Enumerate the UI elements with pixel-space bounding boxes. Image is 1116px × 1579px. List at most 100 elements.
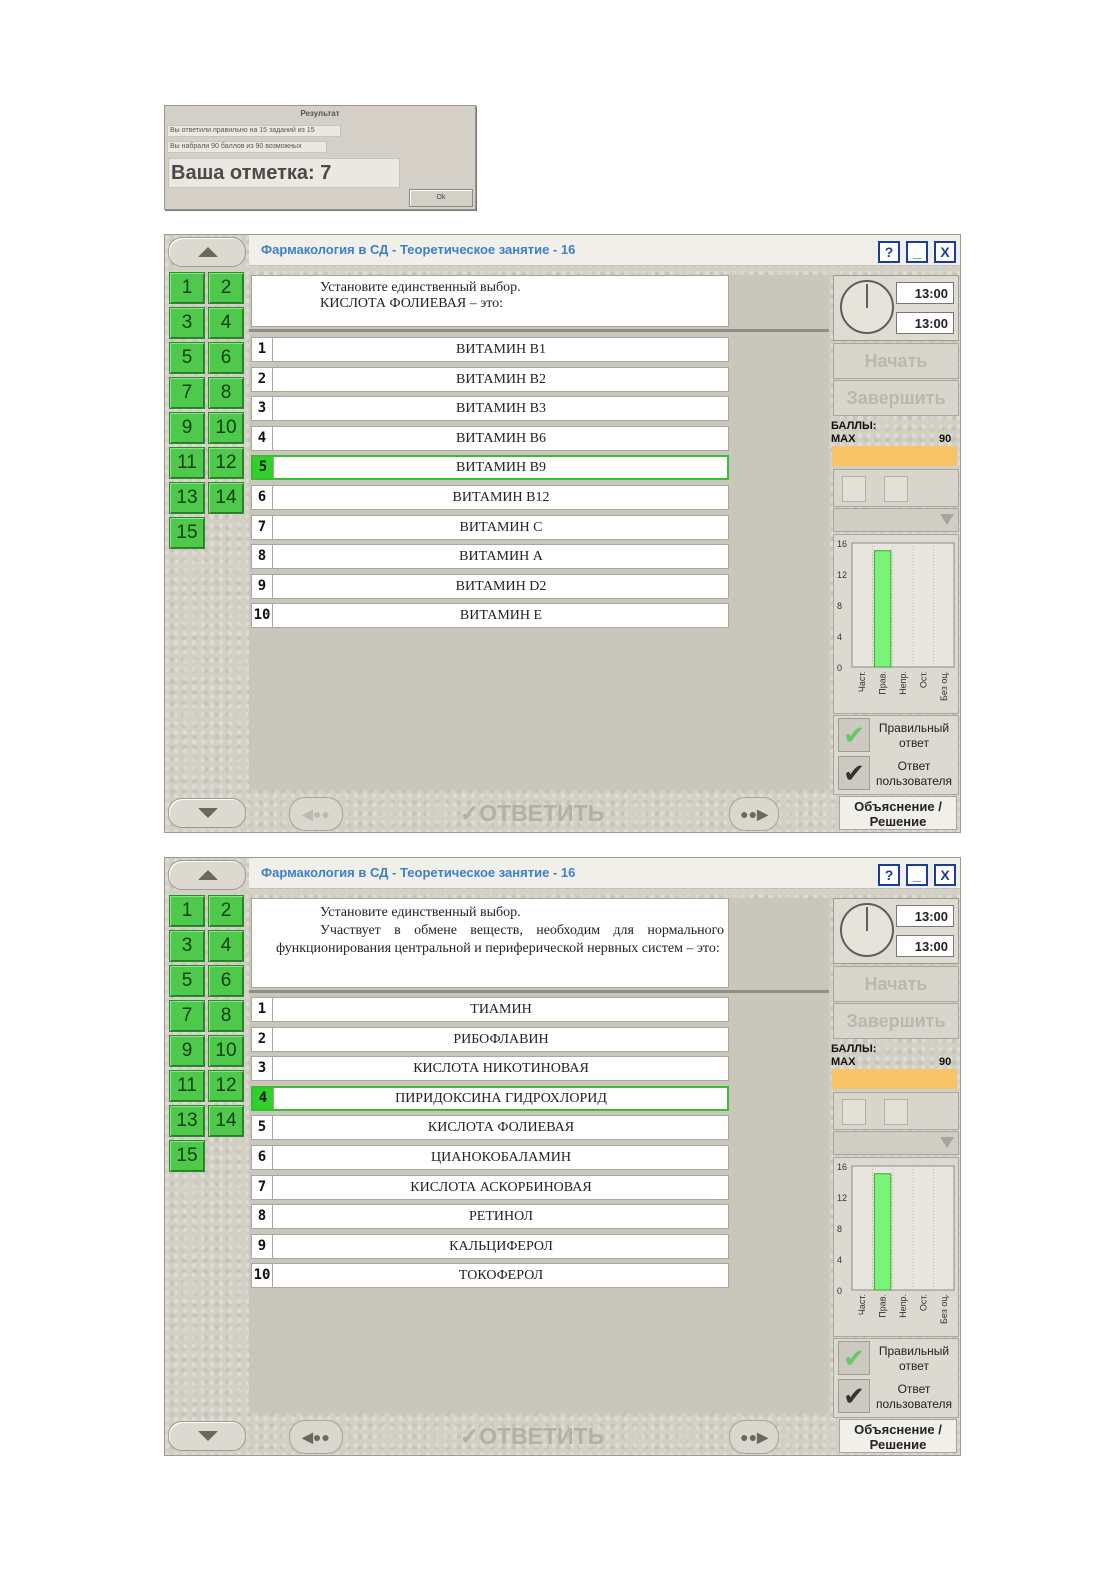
- correct-answer-check-icon[interactable]: ✔: [838, 1341, 870, 1375]
- question-nav-4[interactable]: 4: [208, 930, 244, 962]
- question-nav-1[interactable]: 1: [169, 272, 205, 304]
- answer-option[interactable]: 9 ВИТАМИН D2: [251, 573, 729, 599]
- answer-option[interactable]: 1 ВИТАМИН В1: [251, 337, 729, 362]
- answer-option[interactable]: 5 ВИТАМИН В9: [251, 455, 729, 481]
- question-nav-5[interactable]: 5: [169, 965, 205, 997]
- question-nav-4[interactable]: 4: [208, 307, 244, 339]
- user-answer-check-icon[interactable]: ✔: [838, 1379, 870, 1413]
- question-nav-2[interactable]: 2: [208, 272, 244, 304]
- question-nav-7[interactable]: 7: [169, 377, 205, 409]
- question-nav-8[interactable]: 8: [208, 377, 244, 409]
- answer-option[interactable]: 9 КАЛЬЦИФЕРОЛ: [251, 1233, 729, 1259]
- close-button[interactable]: X: [934, 864, 956, 886]
- answer-button[interactable]: ✓ОТВЕТИТЬ: [457, 1420, 607, 1452]
- user-answer-check-icon[interactable]: ✔: [838, 756, 870, 790]
- answer-option[interactable]: 3 КИСЛОТА НИКОТИНОВАЯ: [251, 1056, 729, 1082]
- question-nav-13[interactable]: 13: [169, 1105, 205, 1137]
- explanation-button[interactable]: Объяснение / Решение: [839, 796, 957, 830]
- question-nav-15[interactable]: 15: [169, 517, 205, 549]
- question-nav-13[interactable]: 13: [169, 482, 205, 514]
- answer-option[interactable]: 7 КИСЛОТА АСКОРБИНОВАЯ: [251, 1174, 729, 1200]
- question-nav-2[interactable]: 2: [208, 895, 244, 927]
- answer-option[interactable]: 5 КИСЛОТА ФОЛИЕВАЯ: [251, 1115, 729, 1141]
- finish-button[interactable]: Завершить: [833, 380, 959, 416]
- question-instruction: Установите единственный выбор.: [320, 280, 521, 295]
- question-nav-10[interactable]: 10: [208, 412, 244, 444]
- scroll-down-button[interactable]: [168, 1421, 246, 1451]
- question-nav-11[interactable]: 11: [169, 447, 205, 479]
- start-button[interactable]: Начать: [833, 343, 959, 379]
- minimize-button[interactable]: _: [906, 241, 928, 263]
- answer-option[interactable]: 2 РИБОФЛАВИН: [251, 1026, 729, 1052]
- minimize-button[interactable]: _: [906, 864, 928, 886]
- dropdown[interactable]: [833, 1131, 959, 1155]
- prev-button[interactable]: ◀●●: [289, 797, 343, 831]
- question-nav-15[interactable]: 15: [169, 1140, 205, 1172]
- explanation-button[interactable]: Объяснение / Решение: [839, 1419, 957, 1453]
- start-button[interactable]: Начать: [833, 966, 959, 1002]
- answer-option[interactable]: 4 ПИРИДОКСИНА ГИДРОХЛОРИД: [251, 1085, 729, 1111]
- question-nav-12[interactable]: 12: [208, 1070, 244, 1102]
- answer-number: 1: [252, 338, 273, 361]
- answer-number: 2: [252, 1027, 273, 1051]
- x-tick-label: Без оц.: [939, 1294, 949, 1324]
- prev-button[interactable]: ◀●●: [289, 1420, 343, 1454]
- user-answer-label: Ответ пользователя: [876, 759, 952, 788]
- stats-chart: 16 12 8 4 0 Част. Прав. Непр. Ост. Без оц.: [833, 1157, 959, 1337]
- answer-option[interactable]: 10 ВИТАМИН Е: [251, 603, 729, 629]
- scroll-up-button[interactable]: [168, 860, 246, 890]
- answer-option[interactable]: 8 РЕТИНОЛ: [251, 1204, 729, 1230]
- chart-bar: [873, 1173, 892, 1291]
- question-nav-9[interactable]: 9: [169, 1035, 205, 1067]
- answer-button[interactable]: ✓ОТВЕТИТЬ: [457, 797, 607, 829]
- answer-number: 7: [252, 1175, 273, 1199]
- next-button[interactable]: ●●▶: [729, 797, 779, 831]
- scroll-up-button[interactable]: [168, 237, 246, 267]
- x-tick-label: Ост.: [918, 671, 928, 688]
- question-nav-9[interactable]: 9: [169, 412, 205, 444]
- finish-button[interactable]: Завершить: [833, 1003, 959, 1039]
- x-tick-label: Част.: [857, 1294, 867, 1315]
- help-button[interactable]: ?: [878, 241, 900, 263]
- dropdown[interactable]: [833, 508, 959, 532]
- correct-answer-check-icon[interactable]: ✔: [838, 718, 870, 752]
- question-nav-6[interactable]: 6: [208, 342, 244, 374]
- answer-option[interactable]: 6 ЦИАНОКОБАЛАМИН: [251, 1145, 729, 1170]
- question-nav-5[interactable]: 5: [169, 342, 205, 374]
- answer-option[interactable]: 3 ВИТАМИН В3: [251, 396, 729, 422]
- close-button[interactable]: X: [934, 241, 956, 263]
- answer-option[interactable]: 6 ВИТАМИН В12: [251, 485, 729, 510]
- scroll-down-button[interactable]: [168, 798, 246, 828]
- question-nav-6[interactable]: 6: [208, 965, 244, 997]
- answer-option[interactable]: 10 ТОКОФЕРОЛ: [251, 1263, 729, 1289]
- question-nav-1[interactable]: 1: [169, 895, 205, 927]
- y-tick-label: 16: [837, 1162, 847, 1172]
- ok-button[interactable]: Ok: [409, 189, 473, 207]
- answer-option[interactable]: 1 ТИАМИН: [251, 997, 729, 1022]
- help-button[interactable]: ?: [878, 864, 900, 886]
- answer-option[interactable]: 2 ВИТАМИН В2: [251, 366, 729, 392]
- question-nav-3[interactable]: 3: [169, 930, 205, 962]
- question-text: КИСЛОТА ФОЛИЕВАЯ – это:: [320, 296, 504, 311]
- question-nav-11[interactable]: 11: [169, 1070, 205, 1102]
- question-nav-12[interactable]: 12: [208, 447, 244, 479]
- document-icon[interactable]: [842, 1099, 866, 1125]
- question-nav-7[interactable]: 7: [169, 1000, 205, 1032]
- answer-option[interactable]: 7 ВИТАМИН С: [251, 514, 729, 540]
- info-icon[interactable]: [884, 1099, 908, 1125]
- question-box: Установите единственный выбор. Участвует…: [251, 898, 729, 988]
- answer-option[interactable]: 4 ВИТАМИН В6: [251, 425, 729, 451]
- answer-text: КАЛЬЦИФЕРОЛ: [449, 1238, 553, 1254]
- answer-text: ЦИАНОКОБАЛАМИН: [431, 1150, 571, 1165]
- document-icon[interactable]: [842, 476, 866, 502]
- question-nav-3[interactable]: 3: [169, 307, 205, 339]
- answer-number: 5: [253, 457, 274, 479]
- question-nav-10[interactable]: 10: [208, 1035, 244, 1067]
- next-button[interactable]: ●●▶: [729, 1420, 779, 1454]
- info-icon[interactable]: [884, 476, 908, 502]
- x-tick-label: Част.: [857, 671, 867, 692]
- answer-option[interactable]: 8 ВИТАМИН А: [251, 544, 729, 570]
- question-nav-14[interactable]: 14: [208, 482, 244, 514]
- question-nav-8[interactable]: 8: [208, 1000, 244, 1032]
- question-nav-14[interactable]: 14: [208, 1105, 244, 1137]
